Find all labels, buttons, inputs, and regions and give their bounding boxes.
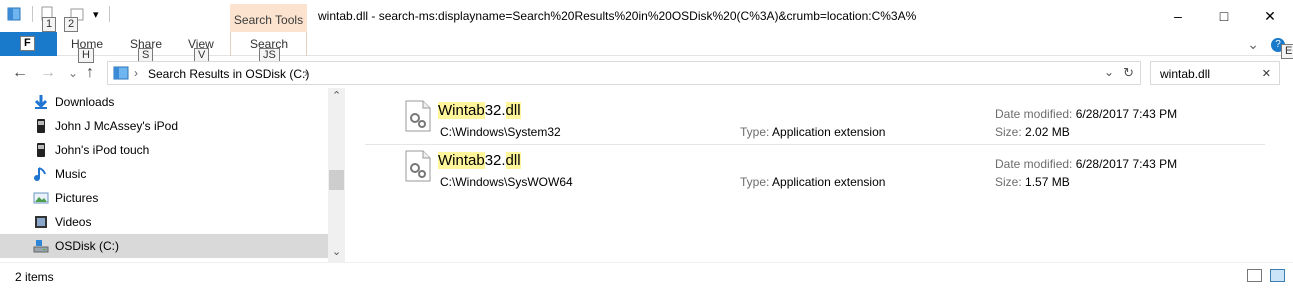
search-results-pane: Wintab32.dll C:\Windows\System32 Type: A…: [345, 88, 1293, 262]
dll-file-icon: [405, 100, 431, 132]
type-value: Application extension: [772, 125, 886, 139]
type-value: Application extension: [772, 175, 886, 189]
clear-search-icon[interactable]: ✕: [1262, 67, 1271, 80]
type-label: Type:: [740, 125, 770, 139]
name-match-highlight: dll: [505, 102, 521, 119]
scroll-down-icon[interactable]: ⌄: [332, 245, 341, 258]
large-icons-view-icon[interactable]: [1270, 269, 1285, 282]
breadcrumb-arrow[interactable]: ›: [304, 66, 308, 80]
nav-item-label: Videos: [55, 215, 92, 229]
size-value: 1.57 MB: [1025, 175, 1070, 189]
scroll-up-icon[interactable]: ⌃: [332, 89, 341, 102]
name-middle: 32.: [484, 102, 506, 119]
nav-item-label: OSDisk (C:): [55, 239, 119, 253]
result-item[interactable]: Wintab32.dll C:\Windows\SysWOW64 Type: A…: [365, 140, 1290, 189]
size-label: Size:: [995, 125, 1022, 139]
nav-scrollbar[interactable]: ⌃ ⌄: [328, 88, 345, 262]
file-keytip: F: [20, 36, 35, 51]
size-label: Size:: [995, 175, 1022, 189]
search-input[interactable]: wintab.dll: [1160, 67, 1210, 81]
keytip-help: E: [1281, 44, 1293, 59]
title-bar: ▾ 1 2 Search Tools wintab.dll - search-m…: [0, 0, 1293, 32]
ipod-icon: [33, 118, 49, 134]
download-icon: [33, 94, 49, 110]
result-file-name[interactable]: Wintab32.dll: [438, 152, 521, 169]
file-tab[interactable]: F: [0, 32, 57, 56]
search-results-icon: [113, 66, 129, 83]
window-title: wintab.dll - search-ms:displayname=Searc…: [318, 9, 917, 23]
pictures-icon: [33, 190, 49, 206]
result-type: Type: Application extension: [740, 175, 885, 189]
result-item[interactable]: Wintab32.dll C:\Windows\System32 Type: A…: [365, 90, 1290, 139]
collapse-ribbon-icon[interactable]: ⌄: [1247, 36, 1259, 53]
nav-item-music[interactable]: Music: [0, 162, 328, 186]
result-path: C:\Windows\System32: [440, 125, 561, 139]
videos-icon: [33, 214, 49, 230]
name-middle: 32.: [484, 152, 506, 169]
result-date: Date modified: 6/28/2017 7:43 PM: [995, 107, 1177, 121]
folder-icon[interactable]: [6, 6, 22, 22]
nav-item-ipod[interactable]: John J McAssey's iPod: [0, 114, 328, 138]
up-button[interactable]: ↑: [86, 64, 94, 82]
name-match-highlight: dll: [505, 152, 521, 169]
navigation-pane: Downloads John J McAssey's iPod John's i…: [0, 88, 345, 262]
result-type: Type: Application extension: [740, 125, 885, 139]
search-tools-context-tab: Search Tools: [230, 4, 307, 32]
nav-item-ipod-touch[interactable]: John's iPod touch: [0, 138, 328, 162]
nav-item-pictures[interactable]: Pictures: [0, 186, 328, 210]
ribbon-tabs: F Home Share View Search H S V JS ⌄ ? E: [0, 32, 1293, 63]
address-bar[interactable]: › Search Results in OSDisk (C:) › ⌄ ↻: [107, 61, 1141, 85]
address-row: ← → ⌄ ↑ › Search Results in OSDisk (C:) …: [0, 58, 1293, 88]
scroll-thumb[interactable]: [329, 170, 344, 190]
item-count: 2 items: [15, 270, 54, 284]
keytip-1: 1: [42, 17, 57, 32]
close-button[interactable]: ✕: [1247, 0, 1293, 32]
breadcrumb-path[interactable]: Search Results in OSDisk (C:): [148, 67, 309, 81]
search-box[interactable]: wintab.dll ✕: [1150, 61, 1280, 85]
back-button[interactable]: ←: [12, 64, 28, 82]
nav-item-label: Downloads: [55, 95, 115, 109]
forward-button[interactable]: →: [40, 64, 56, 82]
date-value: 6/28/2017 7:43 PM: [1075, 107, 1178, 121]
result-file-name[interactable]: Wintab32.dll: [438, 102, 521, 119]
date-label: Date modified:: [995, 107, 1073, 121]
ribbon-controls: ⌄ ?: [1247, 36, 1285, 53]
nav-item-label: John's iPod touch: [55, 143, 150, 157]
refresh-icon[interactable]: ↻: [1123, 65, 1134, 81]
status-bar: 2 items: [0, 262, 1293, 288]
dll-file-icon: [405, 150, 431, 182]
nav-item-videos[interactable]: Videos: [0, 210, 328, 234]
keytip-2: 2: [64, 17, 79, 32]
name-match-highlight: Wintab: [438, 152, 485, 169]
music-icon: [33, 166, 49, 182]
drive-icon: [33, 238, 49, 254]
nav-item-label: John J McAssey's iPod: [55, 119, 179, 133]
result-size: Size: 2.02 MB: [995, 125, 1070, 139]
result-path: C:\Windows\SysWOW64: [440, 175, 573, 189]
view-switcher: [1247, 269, 1285, 282]
toolbar-divider: [108, 6, 110, 22]
nav-item-label: Pictures: [55, 191, 99, 205]
breadcrumb-separator[interactable]: ›: [134, 66, 138, 80]
name-match-highlight: Wintab: [438, 102, 485, 119]
date-value: 6/28/2017 7:43 PM: [1075, 157, 1178, 171]
nav-item-osdisk[interactable]: OSDisk (C:): [0, 234, 328, 258]
details-view-icon[interactable]: [1247, 269, 1262, 282]
quick-access-toolbar: ▾: [6, 6, 110, 22]
result-date: Date modified: 6/28/2017 7:43 PM: [995, 157, 1177, 171]
minimize-button[interactable]: –: [1155, 0, 1201, 32]
date-label: Date modified:: [995, 157, 1073, 171]
toolbar-divider: [32, 6, 33, 22]
recent-locations-button[interactable]: ⌄: [68, 66, 78, 80]
type-label: Type:: [740, 175, 770, 189]
nav-item-downloads[interactable]: Downloads: [0, 90, 328, 114]
maximize-button[interactable]: □: [1201, 0, 1247, 32]
qat-dropdown-icon[interactable]: ▾: [93, 8, 99, 21]
address-dropdown-icon[interactable]: ⌄: [1104, 65, 1114, 79]
ipod-icon: [33, 142, 49, 158]
result-size: Size: 1.57 MB: [995, 175, 1070, 189]
size-value: 2.02 MB: [1025, 125, 1070, 139]
nav-item-label: Music: [55, 167, 87, 181]
